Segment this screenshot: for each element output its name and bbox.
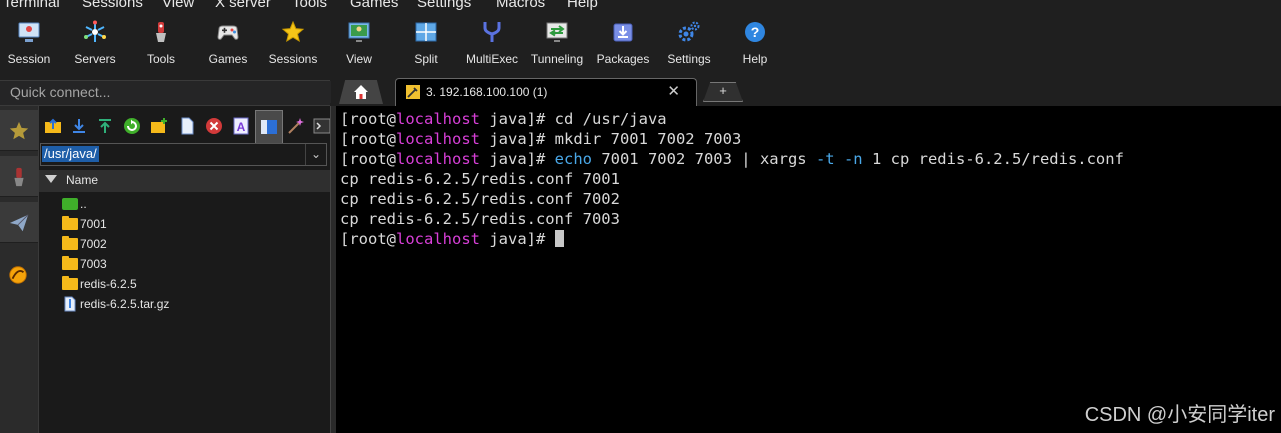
help-button[interactable]: ? Help [723,18,787,70]
path-value[interactable]: /usr/java/ [42,146,99,162]
file-row-redis-tarball[interactable]: redis-6.2.5.tar.gz [39,294,330,314]
servers-icon [84,20,106,42]
folder-icon [62,256,78,270]
menu-help[interactable]: Help [567,0,598,12]
svg-text:?: ? [751,24,760,40]
quick-connect-bar [0,80,334,106]
sidebar-sftp-tab[interactable] [0,256,38,296]
tools-icon [14,167,24,187]
menu-macros[interactable]: Macros [496,0,545,12]
new-file-icon[interactable] [177,116,197,136]
menu-tools[interactable]: Tools [292,0,327,12]
parent-folder-icon [62,198,78,210]
delete-icon[interactable] [204,116,224,136]
download-icon[interactable] [69,116,89,136]
menu-sessions[interactable]: Sessions [82,0,143,12]
sftp-browser: A /usr/java/ ⌄ Name .. 7001 7002 7003 re… [39,106,332,433]
session-icon [18,22,40,42]
menu-bar: Terminal Sessions View X server Tools Ga… [0,0,1281,12]
help-icon: ? [745,22,765,42]
packages-icon [613,23,633,42]
file-row-7003[interactable]: 7003 [39,254,330,274]
games-button[interactable]: Games [196,18,260,70]
menu-terminal[interactable]: Terminal [3,0,60,12]
tools-button[interactable]: Tools [129,18,193,70]
settings-button[interactable]: Settings [657,18,721,70]
terminal-cursor [554,230,564,247]
terminal-line-6: cp redis-6.2.5/redis.conf 7003 [340,210,620,228]
sftp-globe-icon [9,266,27,284]
column-name: Name [66,173,99,187]
sessions-star-icon [281,20,305,43]
sessions-button[interactable]: Sessions [261,18,325,70]
home-icon [354,85,368,99]
chevron-down-icon[interactable]: ⌄ [305,144,326,165]
tunneling-button[interactable]: Tunneling [525,18,589,70]
tunneling-icon [546,22,568,42]
menu-games[interactable]: Games [350,0,398,12]
new-tab-button[interactable]: + [703,82,743,102]
terminal-follow-icon[interactable] [312,116,332,136]
terminal-line-2: [root@localhost java]# mkdir 7001 7002 7… [340,130,742,148]
sidebar-tools-tab[interactable] [0,156,38,197]
mobaxterm-window: Terminal Sessions View X server Tools Ga… [0,0,1281,433]
view-button[interactable]: View [327,18,391,70]
magic-wand-icon[interactable] [286,116,306,136]
tab-label: 3. 192.168.100.100 (1) [426,85,548,99]
split-icon [415,22,437,42]
file-row-7001[interactable]: 7001 [39,214,330,234]
refresh-icon[interactable] [122,116,142,136]
ssh-session-icon [406,85,420,99]
games-icon [217,25,239,40]
terminal-line-5: cp redis-6.2.5/redis.conf 7002 [340,190,620,208]
terminal-pane[interactable]: [root@localhost java]# cd /usr/java [roo… [336,106,1281,433]
terminal-line-3: [root@localhost java]# echo 7001 7002 70… [340,150,1124,168]
settings-gears-icon [678,21,700,42]
folder-icon [62,236,78,250]
rename-icon[interactable]: A [231,116,251,136]
star-icon [9,121,29,140]
sidebar-sessions-tab[interactable] [0,110,38,151]
tab-close-icon[interactable]: ✕ [667,82,680,100]
file-list-header[interactable]: Name [39,170,330,192]
file-row-parent[interactable]: .. [39,194,330,214]
folder-icon [62,216,78,230]
tab-bar: 3. 192.168.100.100 (1) ✕ + [331,76,1281,107]
quick-connect-input[interactable] [0,81,334,103]
terminal-line-7: [root@localhost java]# [340,229,564,249]
svg-text:A: A [237,120,246,134]
session-button[interactable]: Session [0,18,61,70]
menu-settings[interactable]: Settings [417,0,471,12]
file-row-7002[interactable]: 7002 [39,234,330,254]
file-row-redis-dir[interactable]: redis-6.2.5 [39,274,330,294]
tools-icon [156,22,166,42]
sort-desc-icon [45,175,57,183]
panel-layout-icon [261,120,277,134]
tab-session-192-168-100-100[interactable]: 3. 192.168.100.100 (1) ✕ [395,78,697,107]
toggle-view-button[interactable] [255,110,283,144]
folder-icon [62,276,78,290]
folder-up-icon[interactable] [43,116,63,136]
side-strip [0,106,39,433]
paper-plane-icon [9,214,29,232]
sidebar-macros-tab[interactable] [0,202,38,243]
new-folder-icon[interactable] [149,116,169,136]
menu-view[interactable]: View [162,0,194,12]
multiexec-button[interactable]: MultiExec [460,18,524,70]
tab-home[interactable] [339,80,383,104]
menu-xserver[interactable]: X server [215,0,271,12]
view-icon [348,22,370,42]
terminal-line-4: cp redis-6.2.5/redis.conf 7001 [340,170,620,188]
watermark: CSDN @小安同学iter [1084,404,1275,426]
upload-icon[interactable] [95,116,115,136]
terminal-line-1: [root@localhost java]# cd /usr/java [340,110,667,128]
sftp-toolbar: A [39,110,332,144]
main-toolbar: Session Servers Tools Games Sessions Vie… [0,16,1281,76]
path-combobox[interactable]: /usr/java/ ⌄ [40,143,327,166]
split-button[interactable]: Split [394,18,458,70]
packages-button[interactable]: Packages [591,18,655,70]
servers-button[interactable]: Servers [63,18,127,70]
archive-file-icon [64,296,76,312]
multiexec-icon [483,22,501,42]
